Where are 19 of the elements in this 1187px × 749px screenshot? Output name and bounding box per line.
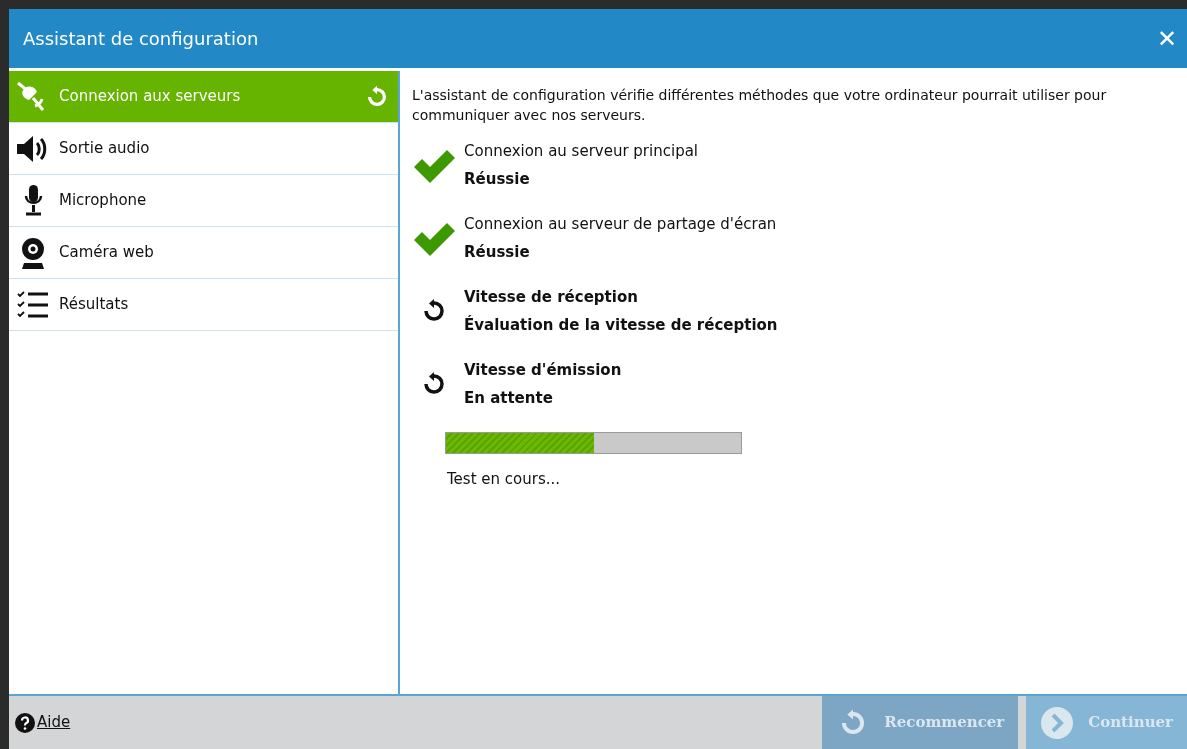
help-link[interactable]: Aide xyxy=(37,711,71,734)
sidebar-item[interactable]: Sortie audio xyxy=(9,123,398,175)
check-status: Réussie xyxy=(464,242,531,264)
help-icon xyxy=(15,712,35,733)
progress-caption: Test en cours... xyxy=(447,468,562,490)
check-title: Vitesse de réception xyxy=(464,286,639,308)
check-title: Connexion au serveur principal xyxy=(464,140,698,162)
window-title: Assistant de configuration xyxy=(23,27,259,51)
check-status: En attente xyxy=(464,388,554,410)
check-title: Vitesse d'émission xyxy=(464,359,622,381)
next-icon xyxy=(1040,705,1075,740)
check-title: Connexion au serveur de partage d'écran xyxy=(464,213,777,235)
sidebar-item[interactable]: Microphone xyxy=(9,175,398,227)
close-button[interactable]: ✕ xyxy=(1152,26,1181,51)
sidebar-item[interactable]: Résultats xyxy=(9,279,398,331)
check-status: Réussie xyxy=(464,169,531,191)
sidebar-item[interactable]: Caméra web xyxy=(9,227,398,279)
intro-text: L'assistant de configuration vérifie différentes méthodes que votre ordinateur pourrait utiliser pour communiquer avec nos serveurs. xyxy=(412,86,1108,126)
check-status: Évaluation de la vitesse de réception xyxy=(464,314,778,337)
